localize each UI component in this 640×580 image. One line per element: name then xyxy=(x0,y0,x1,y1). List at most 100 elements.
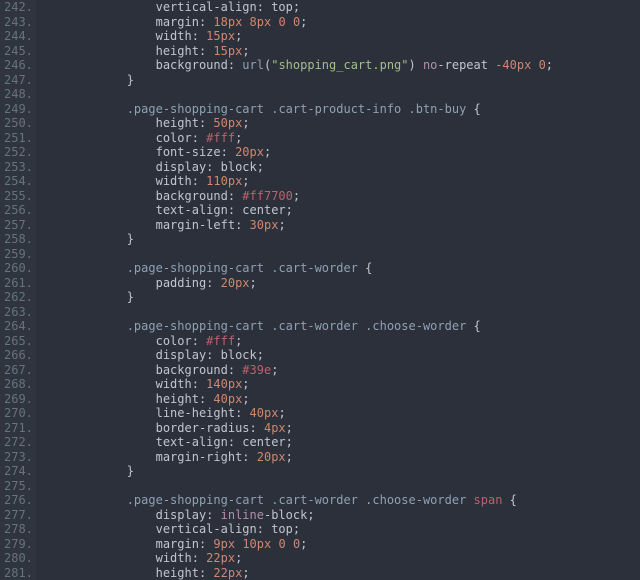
line-number: 274. xyxy=(4,464,28,479)
token-cls: .page-shopping-cart xyxy=(127,102,264,116)
token-cls: .cart-worder xyxy=(271,261,358,275)
line-number: 277. xyxy=(4,508,28,523)
code-line[interactable]: height: 50px; xyxy=(40,116,640,131)
token-punc: : xyxy=(228,435,242,449)
code-line[interactable] xyxy=(40,479,640,494)
code-line[interactable]: .page-shopping-cart .cart-worder .choose… xyxy=(40,493,640,508)
code-line[interactable]: vertical-align: top; xyxy=(40,0,640,15)
code-line[interactable]: background: #39e; xyxy=(40,363,640,378)
token-num: 8px xyxy=(250,15,272,29)
code-line[interactable]: width: 140px; xyxy=(40,377,640,392)
token-prop: display xyxy=(156,348,207,362)
token-prop: width xyxy=(156,29,192,43)
code-line[interactable]: text-align: center; xyxy=(40,435,640,450)
token-num: 9px xyxy=(213,537,235,551)
token-hex: #fff xyxy=(206,334,235,348)
token-val xyxy=(242,15,249,29)
token-val xyxy=(286,537,293,551)
code-line[interactable]: } xyxy=(40,232,640,247)
code-editor: 242.243.244.245.246.247.248.249.250.251.… xyxy=(0,0,640,580)
code-line[interactable]: } xyxy=(40,290,640,305)
line-number: 272. xyxy=(4,435,28,450)
token-prop: vertical-align xyxy=(156,522,257,536)
token-punc: ; xyxy=(264,145,271,159)
code-line[interactable]: line-height: 40px; xyxy=(40,406,640,421)
token-punc: : xyxy=(228,189,242,203)
token-punc: : xyxy=(206,348,220,362)
token-num: -40px xyxy=(495,58,531,72)
line-number: 278. xyxy=(4,522,28,537)
code-line[interactable]: width: 22px; xyxy=(40,551,640,566)
token-punc: : xyxy=(199,15,213,29)
code-line[interactable]: .page-shopping-cart .cart-product-info .… xyxy=(40,102,640,117)
code-line[interactable]: width: 110px; xyxy=(40,174,640,189)
token-punc: ; xyxy=(235,334,242,348)
code-line[interactable]: height: 22px; xyxy=(40,566,640,580)
token-cls: .page-shopping-cart xyxy=(127,261,264,275)
token-val: -repeat xyxy=(437,58,495,72)
code-line[interactable]: margin: 9px 10px 0 0; xyxy=(40,537,640,552)
token-cls: .cart-worder xyxy=(271,493,358,507)
token-prop: font-size xyxy=(156,145,221,159)
code-line[interactable]: display: block; xyxy=(40,348,640,363)
code-line[interactable]: } xyxy=(40,73,640,88)
token-num: 20px xyxy=(221,276,250,290)
code-line[interactable]: height: 15px; xyxy=(40,44,640,59)
code-line[interactable]: vertical-align: top; xyxy=(40,522,640,537)
code-line[interactable]: .page-shopping-cart .cart-worder { xyxy=(40,261,640,276)
token-prop: height xyxy=(156,392,199,406)
code-line[interactable]: display: inline-block; xyxy=(40,508,640,523)
token-num: 40px xyxy=(213,392,242,406)
line-number: 259. xyxy=(4,247,28,262)
token-kw: no xyxy=(423,58,437,72)
token-cls: .page-shopping-cart xyxy=(127,319,264,333)
token-num: 22px xyxy=(213,566,242,580)
token-kw: inline xyxy=(221,508,264,522)
token-prop: height xyxy=(156,566,199,580)
token-punc: ; xyxy=(300,537,307,551)
token-punc: } xyxy=(127,464,134,478)
code-line[interactable]: height: 40px; xyxy=(40,392,640,407)
token-val: top xyxy=(271,522,293,536)
line-number: 279. xyxy=(4,537,28,552)
token-punc: : xyxy=(199,537,213,551)
line-number: 262. xyxy=(4,290,28,305)
code-line[interactable]: .page-shopping-cart .cart-worder .choose… xyxy=(40,319,640,334)
code-line[interactable]: background: url("shopping_cart.png") no-… xyxy=(40,58,640,73)
code-line[interactable]: color: #fff; xyxy=(40,334,640,349)
code-line[interactable]: } xyxy=(40,464,640,479)
token-prop: padding xyxy=(156,276,207,290)
token-punc: : xyxy=(199,566,213,580)
token-val: center xyxy=(242,435,285,449)
token-prop: background xyxy=(156,363,228,377)
token-prop: text-align xyxy=(156,435,228,449)
code-line[interactable] xyxy=(40,87,640,102)
code-line[interactable]: border-radius: 4px; xyxy=(40,421,640,436)
token-punc: } xyxy=(127,73,134,87)
token-num: 0 xyxy=(278,537,285,551)
code-area[interactable]: vertical-align: top; margin: 18px 8px 0 … xyxy=(36,0,640,580)
code-line[interactable]: margin: 18px 8px 0 0; xyxy=(40,15,640,30)
code-line[interactable]: text-align: center; xyxy=(40,203,640,218)
token-hex: #ff7700 xyxy=(242,189,293,203)
token-punc: ; xyxy=(242,116,249,130)
code-line[interactable]: width: 15px; xyxy=(40,29,640,44)
token-punc: ; xyxy=(235,29,242,43)
token-num: 20px xyxy=(257,450,286,464)
code-line[interactable]: margin-left: 30px; xyxy=(40,218,640,233)
code-line[interactable] xyxy=(40,305,640,320)
token-prop: color xyxy=(156,131,192,145)
token-val: -block xyxy=(264,508,307,522)
code-line[interactable]: font-size: 20px; xyxy=(40,145,640,160)
code-line[interactable]: margin-right: 20px; xyxy=(40,450,640,465)
token-prop: width xyxy=(156,174,192,188)
code-line[interactable]: display: block; xyxy=(40,160,640,175)
token-prop: display xyxy=(156,508,207,522)
code-line[interactable]: color: #fff; xyxy=(40,131,640,146)
code-line[interactable] xyxy=(40,247,640,262)
code-line[interactable]: padding: 20px; xyxy=(40,276,640,291)
line-number: 256. xyxy=(4,203,28,218)
code-line[interactable]: background: #ff7700; xyxy=(40,189,640,204)
line-number-gutter: 242.243.244.245.246.247.248.249.250.251.… xyxy=(0,0,36,580)
line-number: 281. xyxy=(4,566,28,580)
